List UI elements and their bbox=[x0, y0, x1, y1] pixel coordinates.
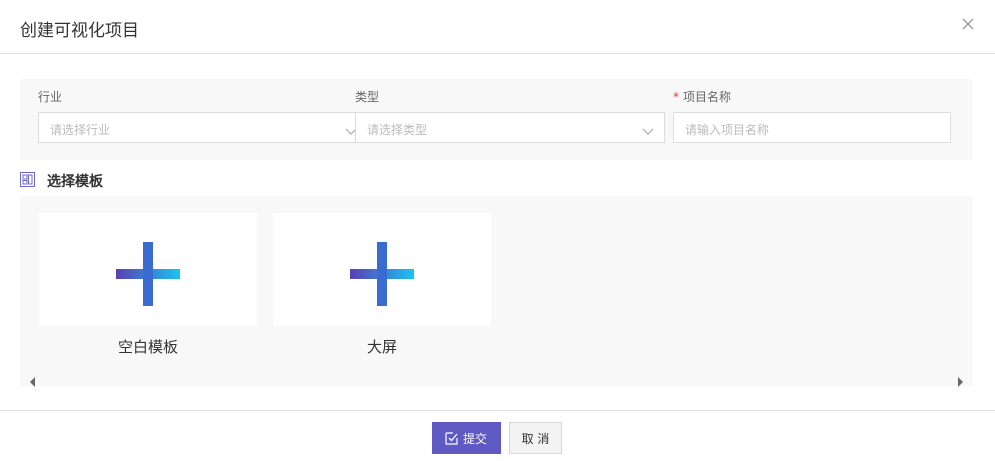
checkbox-edit-icon bbox=[445, 432, 458, 448]
project-name-label-text: 项目名称 bbox=[683, 90, 732, 104]
template-list: 空白模板 大屏 bbox=[20, 196, 973, 387]
industry-placeholder: 请选择行业 bbox=[50, 123, 111, 137]
section-title: 选择模板 bbox=[47, 174, 103, 190]
project-name-input[interactable]: 请输入项目名称 bbox=[673, 112, 951, 143]
type-select[interactable]: 请选择类型 bbox=[355, 112, 665, 143]
submit-button[interactable]: 提交 bbox=[432, 422, 501, 454]
plus-icon bbox=[350, 242, 414, 306]
template-card-blank[interactable] bbox=[39, 213, 257, 326]
cancel-button[interactable]: 取 消 bbox=[509, 422, 562, 454]
dialog-header: 创建可视化项目 bbox=[0, 0, 995, 54]
close-icon[interactable] bbox=[961, 17, 975, 31]
project-form: 行业 请选择行业 类型 请选择类型 * 项目名称 请输入项目名称 bbox=[20, 79, 973, 160]
project-name-placeholder: 请输入项目名称 bbox=[685, 123, 770, 137]
submit-label: 提交 bbox=[463, 432, 488, 446]
template-grid-icon bbox=[20, 172, 35, 191]
industry-label: 行业 bbox=[38, 90, 63, 104]
industry-select[interactable]: 请选择行业 bbox=[38, 112, 368, 143]
template-card-bigscreen[interactable] bbox=[273, 213, 491, 326]
scroll-left-icon[interactable] bbox=[30, 372, 36, 391]
footer-divider bbox=[0, 410, 995, 411]
chevron-down-icon bbox=[642, 122, 654, 141]
plus-icon bbox=[116, 242, 180, 306]
type-placeholder: 请选择类型 bbox=[367, 123, 428, 137]
required-mark: * bbox=[673, 90, 679, 104]
type-label: 类型 bbox=[355, 90, 380, 104]
template-label: 空白模板 bbox=[117, 338, 178, 356]
template-label: 大屏 bbox=[366, 338, 397, 356]
project-name-label: * 项目名称 bbox=[673, 88, 731, 105]
scroll-right-icon[interactable] bbox=[957, 372, 963, 391]
dialog-title: 创建可视化项目 bbox=[20, 21, 139, 41]
